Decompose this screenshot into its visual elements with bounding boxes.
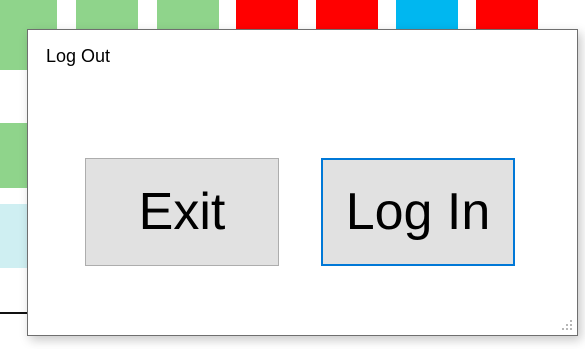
- background-tile: [76, 0, 138, 30]
- background-tile: [316, 0, 378, 30]
- background-tile: [236, 0, 298, 30]
- background-divider: [0, 312, 30, 314]
- background-row: [0, 204, 30, 268]
- background-tile: [157, 0, 219, 30]
- dialog-title: Log Out: [46, 46, 111, 66]
- exit-button[interactable]: Exit: [85, 158, 279, 266]
- background-tile: [476, 0, 538, 30]
- background-row: [0, 30, 30, 70]
- resize-grip-icon[interactable]: [561, 319, 573, 331]
- login-button[interactable]: Log In: [321, 158, 515, 266]
- background-tile: [0, 0, 57, 30]
- background-tile: [396, 0, 458, 30]
- background-row: [0, 123, 30, 188]
- logout-dialog: Log Out Exit Log In: [27, 29, 578, 336]
